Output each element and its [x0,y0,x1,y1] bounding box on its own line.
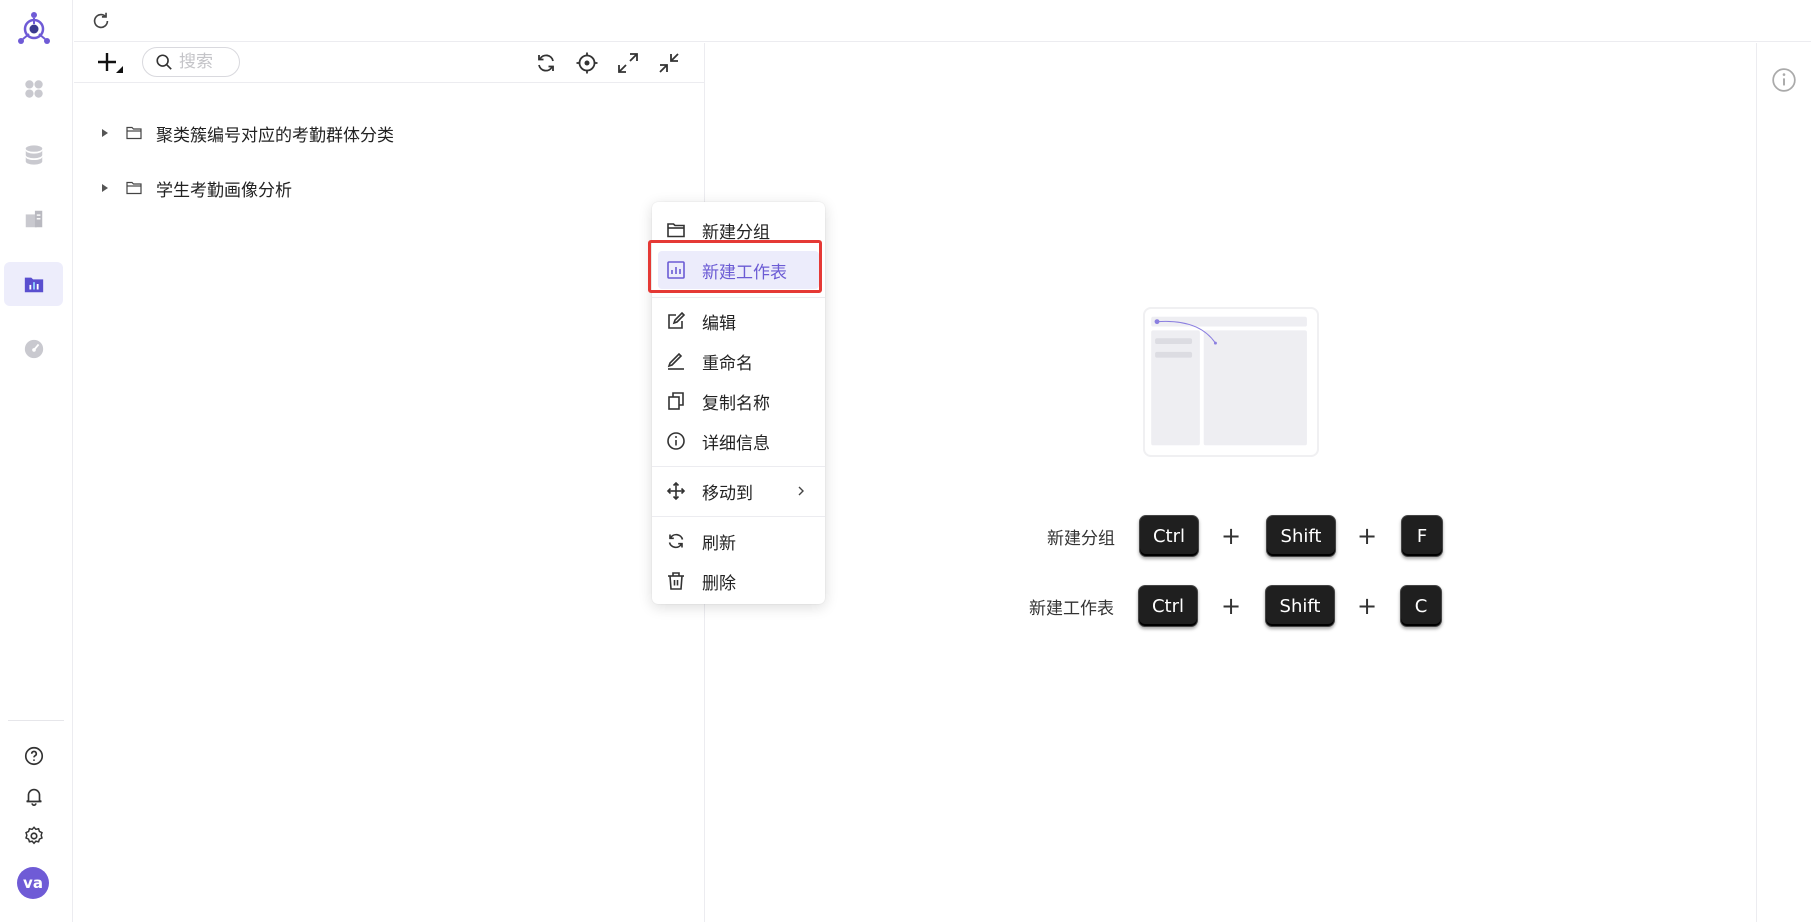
menu-divider [652,297,825,298]
app-logo-icon [14,10,54,50]
worksheet-folder-icon [24,277,43,293]
bell-icon [25,788,42,806]
locate-icon[interactable] [575,51,599,75]
info-icon[interactable] [1771,67,1797,93]
shortcut-label: 新建工作表 [1029,598,1114,619]
folder-icon [667,223,685,238]
menu-item-delete[interactable]: 删除 [658,562,819,600]
info-sidebar [1756,43,1811,922]
tree-folder-item[interactable]: 学生考勤画像分析 [74,168,674,208]
trash-icon [668,572,684,590]
tree-toolbar [74,43,705,83]
empty-state-panel: 新建分组 Ctrl + Shift + F 新建工作表 Ctrl + Shift… [706,43,1756,922]
plus-dropdown-icon [98,53,123,73]
tree-folder-item[interactable]: 聚类簇编号对应的考勤群体分类 [74,113,674,153]
collapse-all-icon[interactable] [657,51,681,75]
shortcut-row-new-group: 新建分组 Ctrl + Shift + F [706,514,1756,558]
key-cap: C [1400,585,1442,627]
key-cap: Shift [1265,585,1335,627]
info-icon [667,432,685,450]
gauge-icon [24,339,43,359]
empty-state-illustration [1143,307,1319,457]
rail-item-data-source[interactable] [4,133,63,177]
refresh-icon [668,533,684,549]
context-menu: 新建分组 新建工作表 编辑 重命名 复制名称 详细信息 移动到 刷新 删除 [652,202,825,604]
menu-divider [652,516,825,517]
top-bar [74,0,1811,42]
rail-item-monitor[interactable] [4,327,63,371]
menu-item-move-to[interactable]: 移动到 [658,472,819,510]
menu-item-copy-name[interactable]: 复制名称 [658,382,819,420]
menu-item-edit[interactable]: 编辑 [658,302,819,340]
gear-icon [24,826,43,845]
settings-button[interactable] [4,814,63,858]
menu-item-label: 重命名 [702,353,753,374]
help-button[interactable] [4,734,63,778]
dataset-icon [25,210,42,228]
menu-item-label: 详细信息 [702,433,770,454]
user-avatar[interactable]: va [17,867,49,899]
expand-caret-icon[interactable] [102,184,108,192]
rail-item-dashboard[interactable] [4,67,63,111]
plus-sign: + [1221,592,1242,620]
search-input[interactable] [179,52,233,72]
dashboard-icon [24,80,43,98]
search-icon [156,54,172,70]
chevron-right-icon [798,486,804,496]
key-cap: F [1401,515,1443,557]
menu-item-label: 新建工作表 [702,262,787,283]
sync-icon[interactable] [534,51,558,75]
expand-all-icon[interactable] [616,51,640,75]
app-window: va 搜索 聚类簇编号对应的考勤群体分类 学生考勤画像分析 新建分组 Ctrl … [0,0,1811,922]
menu-item-label: 删除 [702,573,736,594]
menu-item-label: 编辑 [702,313,736,334]
rail-item-worksheet[interactable] [4,262,63,306]
menu-item-details[interactable]: 详细信息 [658,422,819,460]
menu-item-label: 移动到 [702,483,753,504]
folder-icon [126,181,142,195]
menu-item-label: 复制名称 [702,393,770,414]
reload-icon[interactable] [90,10,112,32]
chart-icon [667,261,685,279]
nav-rail: va [0,0,73,922]
pencil-icon [667,352,684,370]
rail-item-dataset[interactable] [4,197,63,241]
shortcut-label: 新建分组 [1047,528,1115,549]
notifications-button[interactable] [4,774,63,818]
plus-sign: + [1357,522,1378,550]
rail-divider [8,720,64,721]
worksheet-tree-panel: 聚类簇编号对应的考勤群体分类 学生考勤画像分析 [74,43,705,922]
copy-icon [668,392,684,410]
menu-item-new-group[interactable]: 新建分组 [658,211,819,249]
menu-item-label: 新建分组 [702,222,770,243]
menu-divider [652,466,825,467]
menu-item-refresh[interactable]: 刷新 [658,522,819,560]
key-cap: Shift [1266,515,1336,557]
menu-item-label: 刷新 [702,533,736,554]
folder-icon [126,126,142,140]
key-cap: Ctrl [1139,515,1199,557]
move-icon [666,481,686,501]
edit-icon [668,311,686,329]
key-cap: Ctrl [1138,585,1198,627]
tree-item-label: 学生考勤画像分析 [156,180,292,201]
add-dropdown-button[interactable] [96,51,124,75]
help-icon [24,746,43,766]
shortcut-row-new-worksheet: 新建工作表 Ctrl + Shift + C [706,584,1756,628]
search-box[interactable] [142,47,240,77]
plus-sign: + [1221,522,1242,550]
menu-item-new-worksheet[interactable]: 新建工作表 [658,251,819,289]
menu-item-rename[interactable]: 重命名 [658,342,819,380]
database-icon [25,145,42,165]
expand-caret-icon[interactable] [102,129,108,137]
plus-sign: + [1357,592,1378,620]
tree-item-label: 聚类簇编号对应的考勤群体分类 [156,125,394,146]
